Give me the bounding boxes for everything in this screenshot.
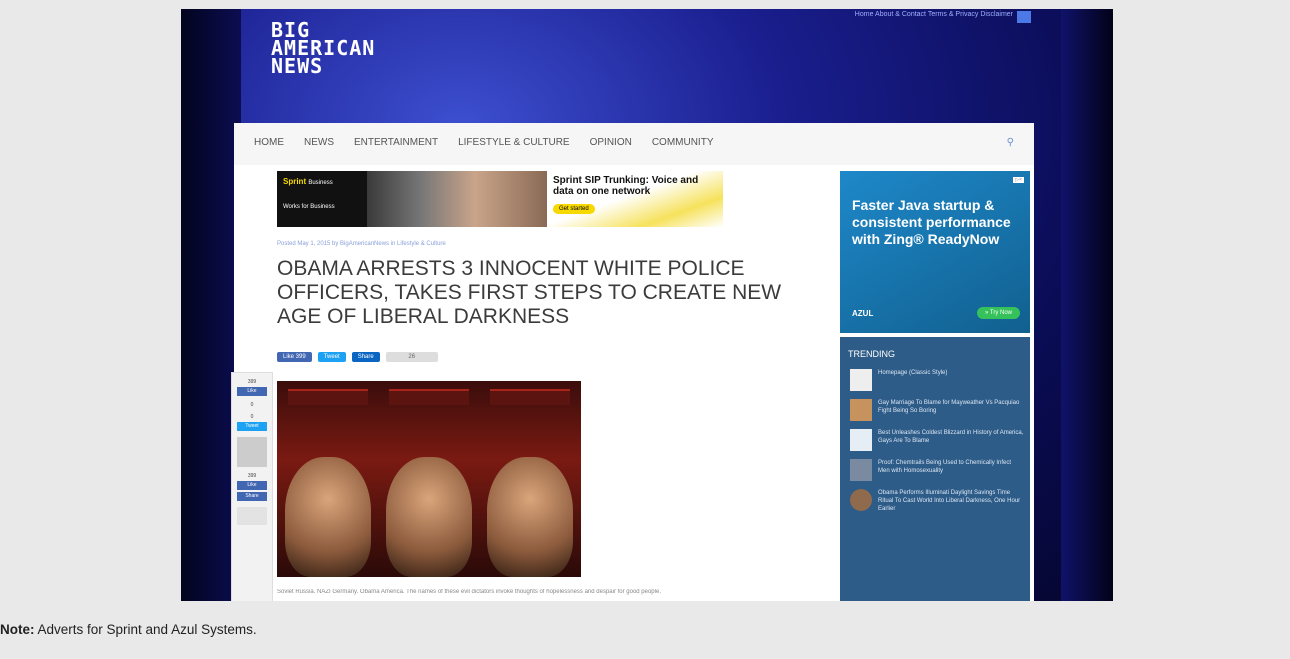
portrait-face bbox=[284, 457, 371, 577]
trend-link[interactable]: Proof: Chemtrails Being Used to Chemical… bbox=[878, 459, 1024, 475]
sprint-ad-photo bbox=[367, 171, 547, 227]
content-area: Sprint Business Works for Business Sprin… bbox=[234, 165, 1034, 601]
nav-item-home[interactable]: HOME bbox=[254, 137, 284, 148]
side-share-button[interactable]: Share bbox=[237, 492, 267, 501]
search-icon[interactable]: ⚲ bbox=[1007, 137, 1014, 148]
sprint-logo-sub: Business bbox=[308, 180, 333, 186]
tweet-button[interactable]: Tweet bbox=[317, 352, 346, 362]
trend-thumbnail bbox=[850, 429, 872, 451]
post-meta: Posted May 1, 2015 by BigAmericanNews in… bbox=[277, 241, 446, 247]
trend-thumbnail bbox=[850, 369, 872, 391]
trend-link[interactable]: Obama Performs Illuminati Daylight Savin… bbox=[878, 489, 1024, 513]
article-headline: OBAMA ARRESTS 3 INNOCENT WHITE POLICE OF… bbox=[277, 257, 782, 328]
portrait-face bbox=[385, 457, 472, 577]
trend-thumbnail bbox=[850, 459, 872, 481]
azul-advert[interactable]: ▷× Faster Java startup & consistent perf… bbox=[840, 171, 1030, 333]
top-links[interactable]: Home About & Contact Terms & Privacy Dis… bbox=[855, 11, 1013, 18]
email-icon[interactable] bbox=[237, 507, 267, 525]
sprint-ad-copy: Sprint SIP Trunking: Voice and data on o… bbox=[547, 171, 723, 227]
list-item[interactable]: Gay Marriage To Blame for Mayweather Vs … bbox=[840, 395, 1030, 425]
screenshot-frame: BIG AMERICAN NEWS Home About & Contact T… bbox=[181, 9, 1113, 601]
background-right-shade bbox=[1061, 9, 1113, 601]
site-logo[interactable]: BIG AMERICAN NEWS bbox=[271, 20, 375, 76]
share-row: Like 399 Tweet Share 26 bbox=[277, 352, 438, 362]
sprint-brand: Sprint Business Works for Business bbox=[277, 171, 367, 227]
sprint-ad-headline: Sprint SIP Trunking: Voice and data on o… bbox=[553, 175, 699, 197]
sprint-tagline: Works for Business bbox=[283, 204, 335, 210]
sprint-get-started-button[interactable]: Get started bbox=[553, 204, 595, 214]
list-item[interactable]: Best Unleashes Coldest Blizzard in Histo… bbox=[840, 425, 1030, 455]
list-item[interactable]: Proof: Chemtrails Being Used to Chemical… bbox=[840, 455, 1030, 485]
nav-item-opinion[interactable]: OPINION bbox=[590, 137, 632, 148]
note-text: Adverts for Sprint and Azul Systems. bbox=[34, 622, 257, 637]
nav-item-entertainment[interactable]: ENTERTAINMENT bbox=[354, 137, 438, 148]
nav-item-community[interactable]: COMMUNITY bbox=[652, 137, 714, 148]
trend-thumbnail bbox=[850, 489, 872, 511]
like-count: 399 bbox=[247, 379, 257, 385]
image-caption: Soviet Russia. NAZI Germany. Obama Ameri… bbox=[277, 589, 661, 595]
figure-note: Note: Adverts for Sprint and Azul System… bbox=[0, 622, 257, 637]
like-count-bottom: 399 bbox=[247, 473, 257, 479]
portrait-face bbox=[487, 457, 574, 577]
facebook-like-button[interactable]: Like 399 bbox=[277, 352, 312, 362]
share-count: 26 bbox=[385, 352, 438, 362]
note-label: Note: bbox=[0, 622, 35, 637]
trending-title: TRENDING bbox=[848, 349, 895, 359]
article-image bbox=[277, 381, 581, 577]
top-search-button[interactable] bbox=[1017, 11, 1031, 23]
sprint-logo: Sprint bbox=[283, 177, 307, 186]
sprint-advert[interactable]: Sprint Business Works for Business Sprin… bbox=[277, 171, 723, 227]
pin-count: 0 bbox=[250, 414, 254, 420]
plusone-count: 0 bbox=[250, 402, 254, 408]
trend-link[interactable]: Best Unleashes Coldest Blizzard in Histo… bbox=[878, 429, 1024, 445]
azul-logo: AZUL bbox=[852, 308, 874, 318]
poster-caption-bar bbox=[388, 389, 469, 405]
nav-item-lifestyle-culture[interactable]: LIFESTYLE & CULTURE bbox=[458, 137, 570, 148]
floating-share-bar: 399 Like 0 0 Tweet 399 Like Share bbox=[231, 372, 273, 601]
trend-link[interactable]: Gay Marriage To Blame for Mayweather Vs … bbox=[878, 399, 1024, 415]
side-like-button[interactable]: Like bbox=[237, 387, 267, 396]
main-nav: HOME NEWS ENTERTAINMENT LIFESTYLE & CULT… bbox=[234, 123, 1034, 166]
linkedin-share-button[interactable]: Share bbox=[351, 352, 380, 362]
ad-choices-icon[interactable]: ▷× bbox=[1013, 177, 1024, 183]
trending-sidebar: TRENDING Homepage (Classic Style) Gay Ma… bbox=[840, 337, 1030, 601]
side-tweet-button[interactable]: Tweet bbox=[237, 422, 267, 431]
poster-caption-bar bbox=[490, 389, 571, 405]
side-thumbnail bbox=[237, 437, 267, 467]
side-like-button-2[interactable]: Like bbox=[237, 481, 267, 490]
poster-caption-bar bbox=[287, 389, 368, 405]
list-item[interactable]: Homepage (Classic Style) bbox=[840, 365, 1030, 395]
trend-thumbnail bbox=[850, 399, 872, 421]
list-item[interactable]: Obama Performs Illuminati Daylight Savin… bbox=[840, 485, 1030, 517]
trend-link[interactable]: Homepage (Classic Style) bbox=[878, 369, 947, 377]
nav-item-news[interactable]: NEWS bbox=[304, 137, 334, 148]
azul-ad-headline: Faster Java startup & consistent perform… bbox=[852, 197, 1011, 247]
azul-try-now-button[interactable]: » Try Now bbox=[976, 307, 1020, 319]
